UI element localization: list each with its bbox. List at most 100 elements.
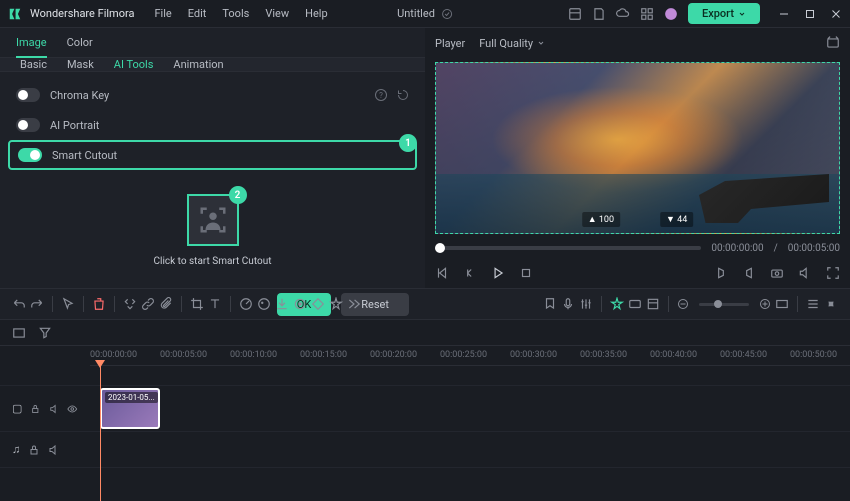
- video-preview[interactable]: ▲ 100 ▼ 44: [435, 62, 840, 234]
- timeline-ruler[interactable]: 00:00:00:00 00:00:05:00 00:00:10:00 00:0…: [90, 346, 850, 366]
- attach-icon[interactable]: [159, 297, 173, 311]
- forward-icon[interactable]: [347, 297, 361, 311]
- eye-icon[interactable]: [67, 403, 78, 415]
- undo-icon[interactable]: [12, 297, 26, 311]
- delete-icon[interactable]: [92, 297, 106, 311]
- maximize-icon[interactable]: [804, 8, 816, 20]
- app-name: Wondershare Filmora: [30, 7, 134, 20]
- titlebar: Wondershare Filmora File Edit Tools View…: [0, 0, 850, 28]
- reset-icon[interactable]: [397, 89, 409, 101]
- split-icon[interactable]: [123, 297, 137, 311]
- subtab-ai-tools[interactable]: AI Tools: [114, 58, 154, 71]
- zoom-in-icon[interactable]: [759, 298, 771, 310]
- smart-cutout-button[interactable]: 2: [187, 194, 239, 246]
- mute-icon[interactable]: [48, 444, 60, 456]
- time-total: 00:00:05:00: [788, 243, 840, 254]
- chroma-key-toggle[interactable]: [16, 88, 40, 102]
- export-button[interactable]: Export: [688, 3, 760, 24]
- video-track-content[interactable]: 2023-01-05...: [90, 386, 850, 431]
- mute-icon[interactable]: [49, 403, 60, 415]
- video-clip[interactable]: 2023-01-05...: [100, 388, 160, 429]
- effect-icon[interactable]: [329, 297, 343, 311]
- settings-icon[interactable]: [824, 297, 838, 311]
- record-icon[interactable]: [293, 297, 307, 311]
- menu-tools[interactable]: Tools: [222, 7, 249, 20]
- menu-help[interactable]: Help: [305, 7, 328, 20]
- step-back-icon[interactable]: [463, 266, 477, 280]
- play-icon[interactable]: [491, 266, 505, 280]
- avatar-icon[interactable]: [664, 7, 678, 21]
- tab-image[interactable]: Image: [16, 28, 47, 57]
- zoom-fit-icon[interactable]: [775, 297, 789, 311]
- subtab-animation[interactable]: Animation: [173, 58, 223, 71]
- subtab-basic[interactable]: Basic: [20, 58, 47, 71]
- mark-out-icon[interactable]: [742, 266, 756, 280]
- zoom-slider[interactable]: [699, 303, 749, 306]
- crop-icon[interactable]: [190, 297, 204, 311]
- track-header-icon[interactable]: [12, 326, 26, 340]
- redo-icon[interactable]: [30, 297, 44, 311]
- zoom-out-icon[interactable]: [677, 298, 689, 310]
- pointer-icon[interactable]: [61, 297, 75, 311]
- render-icon[interactable]: [646, 297, 660, 311]
- menu-file[interactable]: File: [154, 7, 171, 20]
- time-current: 00:00:00:00: [711, 243, 763, 254]
- fullscreen-icon[interactable]: [826, 266, 840, 280]
- tool-ai-portrait: AI Portrait: [0, 110, 425, 140]
- video-track: ▢ 2023-01-05...: [0, 386, 850, 432]
- list-view-icon[interactable]: [806, 297, 820, 311]
- subtab-mask[interactable]: Mask: [67, 58, 94, 71]
- speed-icon[interactable]: [239, 297, 253, 311]
- tab-color[interactable]: Color: [67, 28, 93, 57]
- mark-in-icon[interactable]: [714, 266, 728, 280]
- scrub-track[interactable]: [435, 246, 701, 250]
- player-panel: Player Full Quality ▲ 100 ▼ 44 00:00:00:…: [425, 28, 850, 288]
- smart-cutout-toggle[interactable]: [18, 148, 42, 162]
- download-icon[interactable]: [275, 297, 289, 311]
- marker-icon[interactable]: [543, 297, 557, 311]
- playhead[interactable]: [100, 366, 101, 501]
- prev-frame-icon[interactable]: [435, 266, 449, 280]
- layout-icon[interactable]: [568, 7, 582, 21]
- quality-select[interactable]: Full Quality: [479, 37, 545, 50]
- text-icon[interactable]: [208, 297, 222, 311]
- mixer-icon[interactable]: [579, 297, 593, 311]
- lock-icon[interactable]: [30, 403, 41, 415]
- window-controls: [778, 8, 842, 20]
- menu-bar: File Edit Tools View Help: [154, 7, 327, 20]
- info-icon[interactable]: ?: [375, 89, 387, 101]
- menu-view[interactable]: View: [265, 7, 289, 20]
- color-icon[interactable]: [257, 297, 271, 311]
- mic-icon[interactable]: [561, 297, 575, 311]
- callout-badge-1: 1: [399, 134, 417, 152]
- camera-icon[interactable]: [770, 266, 784, 280]
- ai-portrait-toggle[interactable]: [16, 118, 40, 132]
- player-controls: [435, 258, 840, 288]
- menu-edit[interactable]: Edit: [188, 7, 207, 20]
- audio-track-content[interactable]: [90, 432, 850, 467]
- keyframe-icon[interactable]: [311, 297, 325, 311]
- link-icon[interactable]: [141, 297, 155, 311]
- audio-track-head: ♫: [0, 443, 90, 456]
- cloud-icon[interactable]: [616, 7, 630, 21]
- sub-tabs: Basic Mask AI Tools Animation: [0, 58, 425, 72]
- scrub-bar: 00:00:00:00 / 00:00:05:00: [435, 238, 840, 258]
- properties-panel: Image Color Basic Mask AI Tools Animatio…: [0, 28, 425, 288]
- save-icon[interactable]: [592, 7, 606, 21]
- lock-icon[interactable]: [28, 444, 40, 456]
- stop-icon[interactable]: [519, 266, 533, 280]
- chevron-down-icon: [537, 39, 545, 47]
- auto-icon[interactable]: [610, 297, 624, 311]
- timeline-header: [0, 320, 850, 346]
- grid-icon[interactable]: [640, 7, 654, 21]
- group-icon[interactable]: [628, 297, 642, 311]
- callout-badge-2: 2: [229, 186, 247, 204]
- player-label: Player: [435, 37, 465, 50]
- volume-icon[interactable]: [798, 266, 812, 280]
- close-icon[interactable]: [830, 8, 842, 20]
- cloud-sync-icon[interactable]: [441, 8, 453, 20]
- video-track-head: ▢: [0, 402, 90, 415]
- snapshot-icon[interactable]: [826, 36, 840, 50]
- track-filter-icon[interactable]: [38, 326, 52, 340]
- minimize-icon[interactable]: [778, 8, 790, 20]
